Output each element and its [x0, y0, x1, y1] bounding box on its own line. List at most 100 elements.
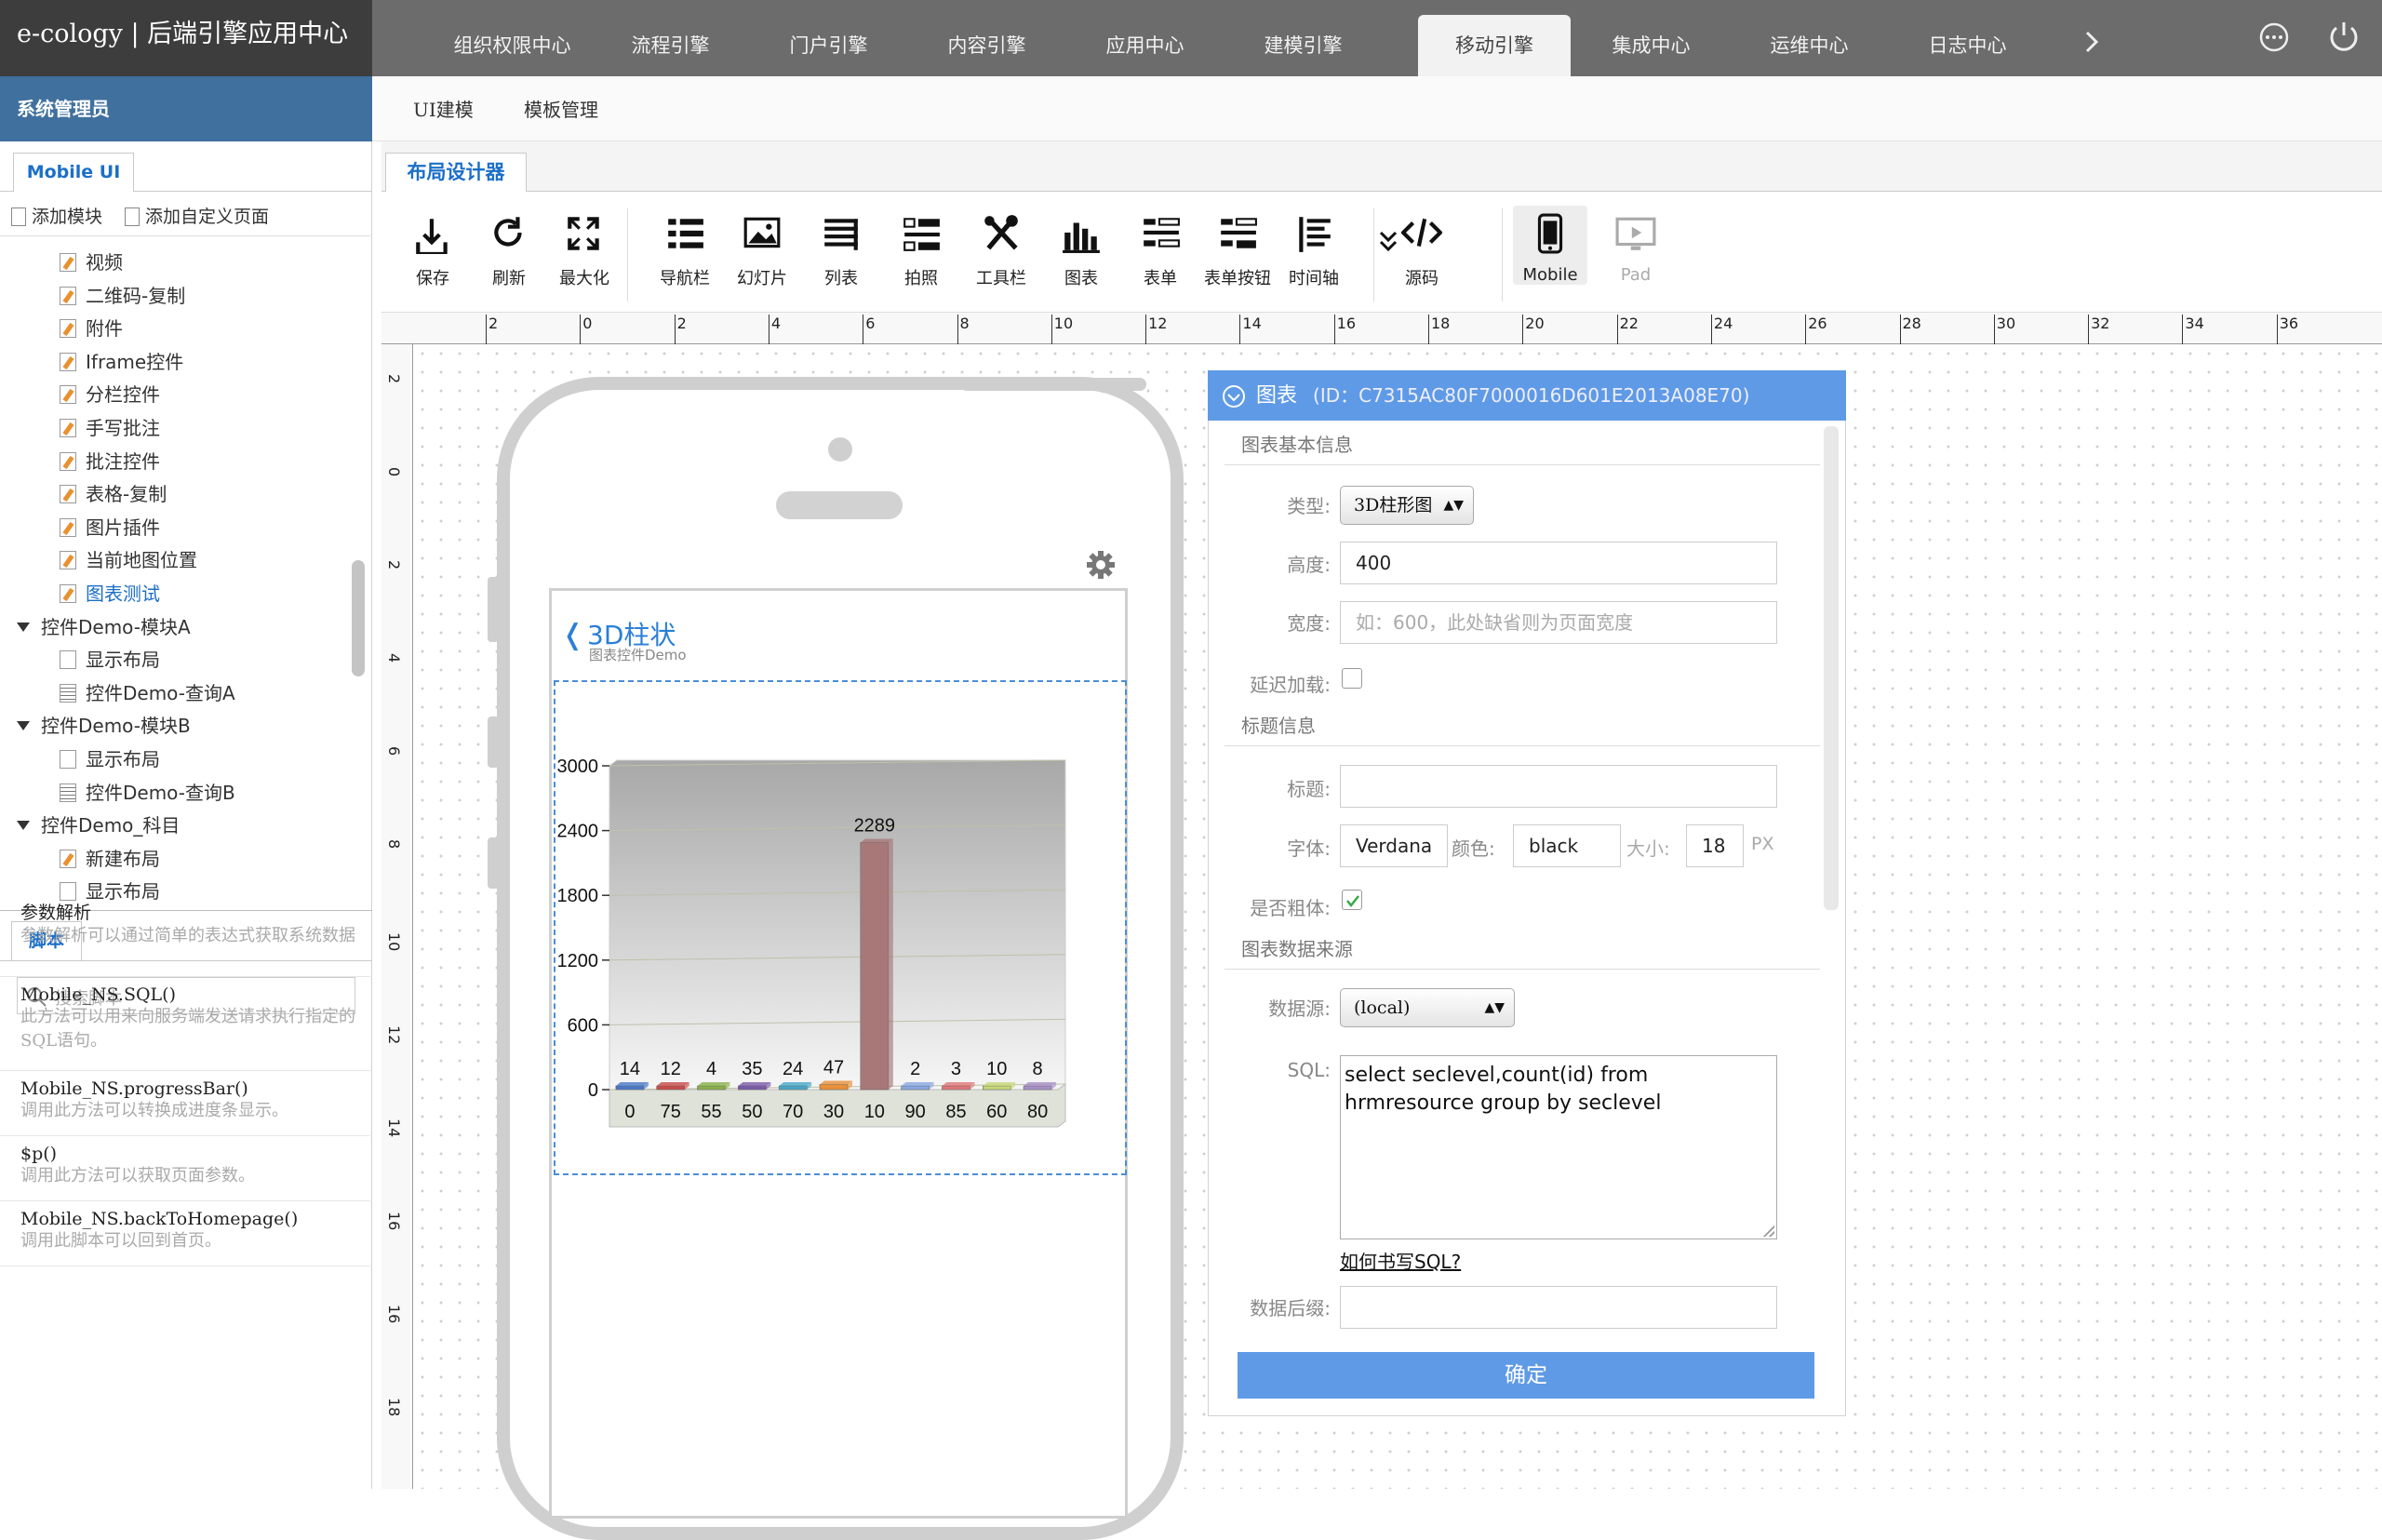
- script-list-item[interactable]: Mobile_NS.SQL() 此方法可以用来向服务端发送请求执行指定的SQL语句…: [0, 977, 370, 1071]
- panel-scrollbar[interactable]: [1824, 426, 1839, 910]
- edit-page-icon: [60, 419, 76, 437]
- collapse-handle[interactable]: [372, 774, 378, 811]
- toolbar-button-label: 图表: [1064, 269, 1098, 288]
- toolbar-button[interactable]: 表单按钮: [1200, 206, 1275, 289]
- add-module-button[interactable]: 添加模块: [11, 203, 102, 228]
- script-title: Mobile_NS.progressBar(): [20, 1078, 248, 1099]
- collapse-icon[interactable]: [1221, 383, 1247, 409]
- color-input[interactable]: black: [1513, 824, 1621, 867]
- tree-item[interactable]: 视频: [60, 248, 123, 276]
- suffix-input[interactable]: [1340, 1286, 1777, 1329]
- height-input[interactable]: 400: [1340, 542, 1777, 584]
- topnav-item-active[interactable]: 移动引擎: [1418, 15, 1571, 76]
- more-tools-icon[interactable]: [1377, 229, 1399, 261]
- bar-top: [656, 1082, 689, 1086]
- topnav-item[interactable]: 日志中心: [1891, 15, 2044, 76]
- toolbar-button[interactable]: 刷新: [472, 206, 546, 289]
- tree-item[interactable]: 表格-复制: [60, 480, 167, 508]
- tree-item[interactable]: 控件Demo-模块A: [17, 613, 191, 641]
- select-arrows-icon: ▲▼: [1443, 498, 1464, 513]
- ruler-label: 16: [1333, 315, 1356, 344]
- size-input[interactable]: 18: [1686, 824, 1744, 867]
- script-list-item[interactable]: 参数解析 参数解析可以通过简单的表达式获取系统数据: [0, 891, 370, 977]
- chart-type-select[interactable]: 3D柱形图 ▲▼: [1340, 486, 1474, 525]
- width-input[interactable]: 如：600，此处缺省则为页面宽度: [1340, 601, 1777, 644]
- chevron-right-icon[interactable]: [2082, 28, 2101, 60]
- ruler-label: 12: [1145, 315, 1167, 344]
- tree-item[interactable]: 当前地图位置: [60, 546, 197, 574]
- tree-item[interactable]: 分栏控件: [60, 381, 160, 408]
- topnav-item[interactable]: 组织权限中心: [435, 15, 589, 76]
- tree-scrollbar[interactable]: [352, 560, 365, 676]
- tree-item-label: 控件Demo-模块B: [41, 715, 191, 738]
- tree-item[interactable]: 附件: [60, 315, 123, 342]
- expand-arrow-icon[interactable]: [17, 821, 30, 831]
- toolbar-button-label: 幻灯片: [737, 269, 787, 288]
- toolbar-button[interactable]: 列表: [804, 206, 878, 289]
- toolbar-button[interactable]: 幻灯片: [725, 206, 799, 289]
- subnav-template-management[interactable]: 模板管理: [524, 95, 598, 122]
- title-input[interactable]: [1340, 765, 1777, 808]
- subnav-ui-modeling[interactable]: UI建模: [413, 95, 474, 122]
- toolbar-button[interactable]: 拍照: [884, 206, 958, 289]
- add-custom-page-button[interactable]: 添加自定义页面: [125, 203, 269, 228]
- script-list-item[interactable]: Mobile_NS.progressBar() 调用此方法可以转换成进度条显示。: [0, 1071, 370, 1136]
- font-input[interactable]: Verdana: [1340, 824, 1448, 867]
- tree-item[interactable]: 二维码-复制: [60, 282, 185, 310]
- more-icon[interactable]: [2257, 20, 2291, 58]
- toolbar-button[interactable]: Mobile: [1513, 206, 1587, 285]
- topnav-item[interactable]: 应用中心: [1068, 15, 1222, 76]
- topnav-item[interactable]: 流程引擎: [594, 15, 747, 76]
- topnav-item[interactable]: 运维中心: [1733, 15, 1886, 76]
- tree-item-label: 批注控件: [86, 449, 160, 473]
- y-tick-label: 2400: [557, 822, 599, 842]
- toolbar-button[interactable]: 时间轴: [1277, 206, 1351, 289]
- tree-item[interactable]: 图表测试: [60, 580, 160, 608]
- tree-item[interactable]: Iframe控件: [60, 348, 183, 376]
- topnav-item[interactable]: 集成中心: [1574, 15, 1728, 76]
- tree-item-label: 图表测试: [86, 583, 160, 605]
- power-icon[interactable]: [2326, 19, 2362, 58]
- back-icon[interactable]: ❬: [561, 619, 584, 651]
- sql-help-link[interactable]: 如何书写SQL?: [1340, 1247, 1461, 1274]
- tree-item[interactable]: 新建布局: [60, 845, 160, 873]
- resize-handle-icon[interactable]: [1763, 1225, 1774, 1237]
- tree-item[interactable]: 图片插件: [60, 514, 160, 542]
- toolbar-button[interactable]: 最大化: [547, 206, 622, 289]
- tab-mobile-ui[interactable]: Mobile UI: [13, 153, 134, 192]
- tree-item[interactable]: 手写批注: [60, 414, 160, 442]
- toolbar-button[interactable]: 保存: [395, 206, 470, 289]
- datasource-select[interactable]: (local) ▲▼: [1340, 988, 1515, 1027]
- toolbar-button[interactable]: 表单: [1123, 206, 1198, 289]
- topnav-item[interactable]: 内容引擎: [910, 15, 1064, 76]
- tree-item[interactable]: 批注控件: [60, 448, 160, 475]
- toolbar-button[interactable]: Pad: [1599, 206, 1673, 285]
- height-label: 高度:: [1287, 554, 1331, 576]
- tree-item[interactable]: 显示布局: [60, 745, 160, 773]
- data-label: 4: [706, 1059, 716, 1079]
- gear-icon[interactable]: [1085, 549, 1117, 584]
- tree-item[interactable]: 显示布局: [60, 646, 160, 674]
- tree-item[interactable]: 控件Demo-模块B: [17, 712, 191, 740]
- tree-item[interactable]: 控件Demo_科目: [17, 811, 180, 839]
- ruler-label: 30: [1993, 315, 2015, 344]
- ruler-label: 10: [385, 932, 403, 952]
- expand-arrow-icon[interactable]: [17, 622, 30, 632]
- script-list-item[interactable]: Mobile_NS.backToHomepage() 调用此脚本可以回到首页。: [0, 1201, 370, 1266]
- tab-layout-designer[interactable]: 布局设计器: [385, 153, 527, 193]
- tree-item[interactable]: 控件Demo-查询B: [60, 779, 235, 807]
- bold-checkbox[interactable]: [1342, 890, 1362, 910]
- toolbar-button[interactable]: 图表: [1044, 206, 1118, 289]
- chart-widget[interactable]: 3000 2400 1800 1200 600 0 14 0 12 75 4 55 35 50 24 70 47…: [554, 680, 1127, 1175]
- expand-arrow-icon[interactable]: [17, 721, 30, 731]
- tree-item[interactable]: 控件Demo-查询A: [60, 679, 235, 707]
- lazy-load-checkbox[interactable]: [1342, 668, 1362, 689]
- topnav-item[interactable]: 门户引擎: [752, 15, 905, 76]
- topnav-item[interactable]: 建模引擎: [1226, 15, 1380, 76]
- script-list-item[interactable]: $p() 调用此方法可以获取页面参数。: [0, 1136, 370, 1201]
- toolbar-button[interactable]: 工具栏: [964, 206, 1038, 289]
- edit-page-icon: [60, 485, 76, 504]
- toolbar-button[interactable]: 导航栏: [648, 206, 722, 289]
- confirm-button[interactable]: 确定: [1238, 1352, 1814, 1399]
- sql-textarea[interactable]: select seclevel,count(id) from hrmresour…: [1340, 1055, 1777, 1239]
